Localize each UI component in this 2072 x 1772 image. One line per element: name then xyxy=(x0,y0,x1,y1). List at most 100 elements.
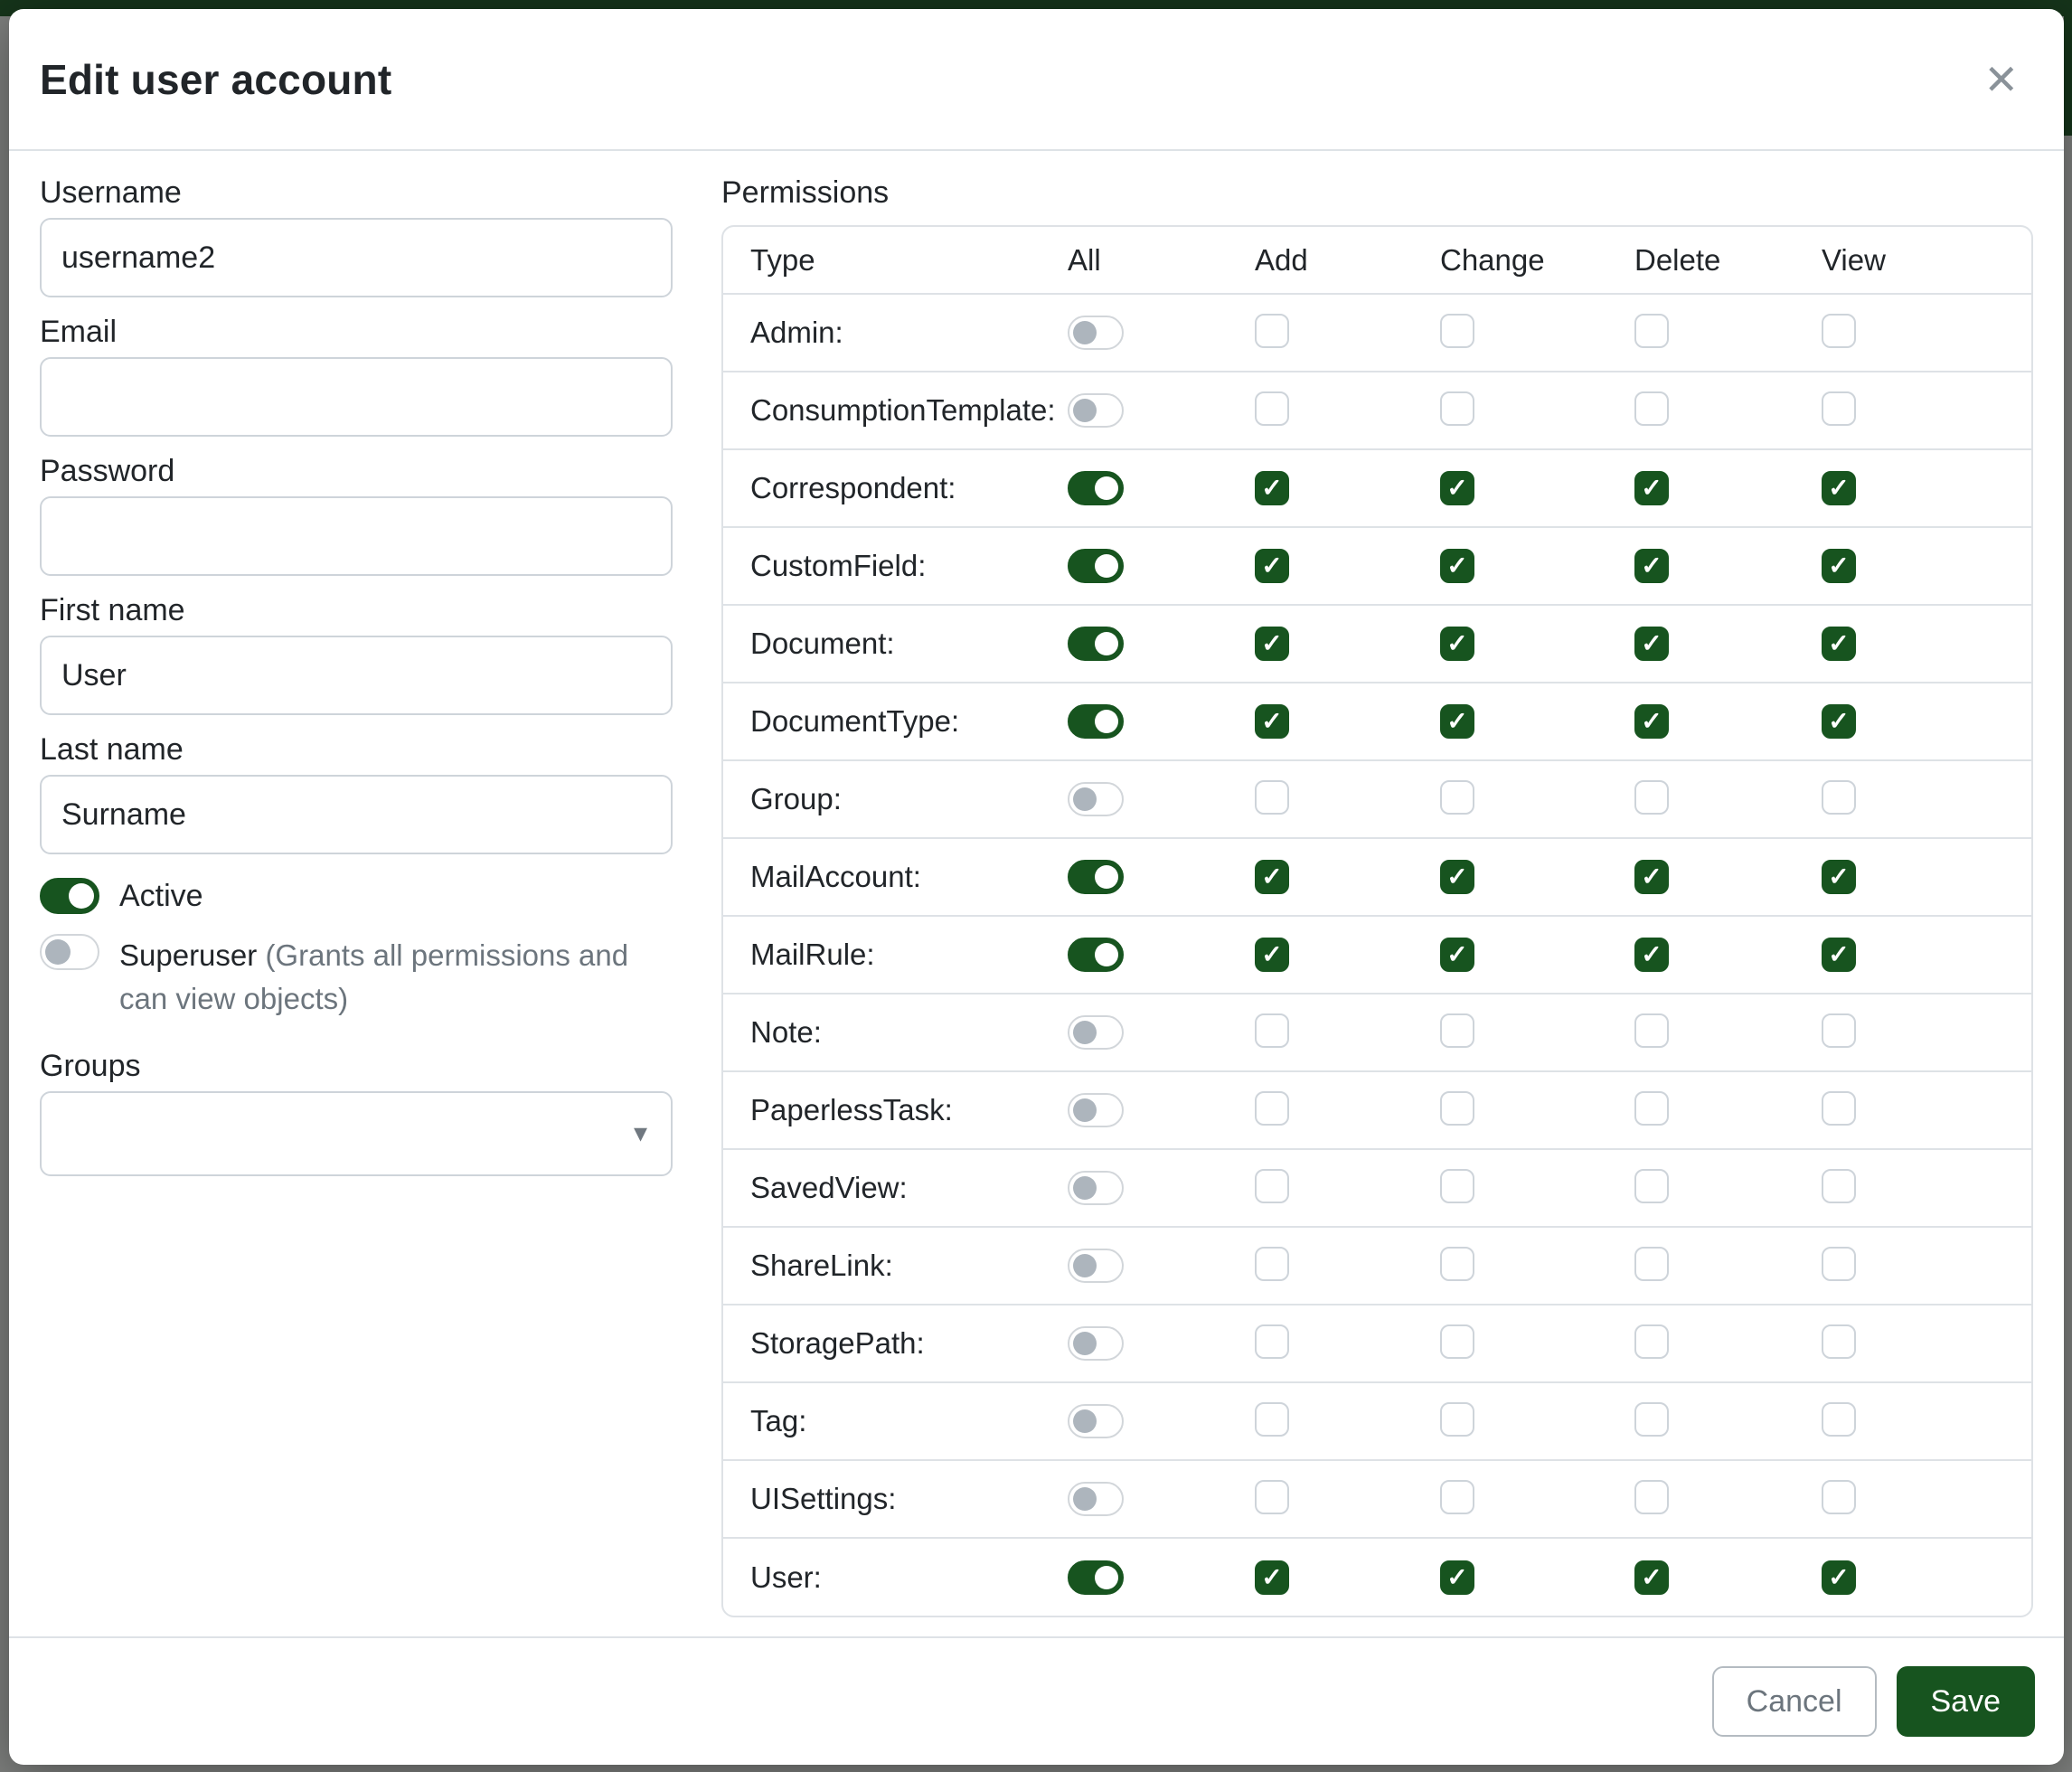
permission-change-checkbox[interactable] xyxy=(1440,314,1474,348)
permission-delete-checkbox[interactable]: ✓ xyxy=(1634,471,1669,505)
permission-view-checkbox[interactable] xyxy=(1822,1324,1856,1359)
permission-change-checkbox[interactable] xyxy=(1440,1247,1474,1281)
permission-add-checkbox[interactable] xyxy=(1255,391,1289,426)
permission-change-checkbox[interactable] xyxy=(1440,1480,1474,1514)
permission-view-checkbox[interactable] xyxy=(1822,1247,1856,1281)
permission-delete-checkbox[interactable] xyxy=(1634,1247,1669,1281)
permission-all-toggle[interactable] xyxy=(1068,1093,1124,1127)
permission-delete-checkbox[interactable] xyxy=(1634,1091,1669,1126)
permission-all-toggle[interactable] xyxy=(1068,1015,1124,1050)
permission-change-checkbox[interactable]: ✓ xyxy=(1440,471,1474,505)
last-name-field[interactable] xyxy=(40,775,673,854)
permission-all-toggle[interactable] xyxy=(1068,471,1124,505)
permission-type-label: Tag: xyxy=(723,1382,1068,1460)
permission-change-checkbox[interactable] xyxy=(1440,1091,1474,1126)
first-name-field[interactable] xyxy=(40,636,673,715)
permission-delete-checkbox[interactable]: ✓ xyxy=(1634,860,1669,894)
permission-add-checkbox[interactable]: ✓ xyxy=(1255,1560,1289,1595)
permission-add-checkbox[interactable] xyxy=(1255,1324,1289,1359)
permission-change-checkbox[interactable]: ✓ xyxy=(1440,938,1474,972)
superuser-toggle[interactable] xyxy=(40,934,99,970)
permission-add-checkbox[interactable]: ✓ xyxy=(1255,704,1289,739)
permission-add-checkbox[interactable] xyxy=(1255,1169,1289,1203)
permission-add-checkbox[interactable] xyxy=(1255,1013,1289,1048)
permission-view-checkbox[interactable]: ✓ xyxy=(1822,860,1856,894)
permission-change-checkbox[interactable] xyxy=(1440,391,1474,426)
permission-delete-checkbox[interactable]: ✓ xyxy=(1634,1560,1669,1595)
permission-view-checkbox[interactable] xyxy=(1822,1091,1856,1126)
permission-all-toggle[interactable] xyxy=(1068,1171,1124,1205)
permission-all-toggle[interactable] xyxy=(1068,704,1124,739)
permission-add-checkbox[interactable]: ✓ xyxy=(1255,549,1289,583)
permission-change-checkbox[interactable]: ✓ xyxy=(1440,860,1474,894)
permission-delete-checkbox[interactable] xyxy=(1634,1013,1669,1048)
permission-all-toggle[interactable] xyxy=(1068,1560,1124,1595)
permission-delete-checkbox[interactable] xyxy=(1634,780,1669,815)
groups-select[interactable]: ▾ xyxy=(40,1091,673,1176)
username-input[interactable] xyxy=(40,218,673,297)
permission-change-checkbox[interactable] xyxy=(1440,1013,1474,1048)
permission-add-checkbox[interactable]: ✓ xyxy=(1255,627,1289,661)
permission-view-checkbox[interactable] xyxy=(1822,314,1856,348)
permission-add-checkbox[interactable] xyxy=(1255,1247,1289,1281)
permission-add-checkbox[interactable] xyxy=(1255,314,1289,348)
permission-all-toggle[interactable] xyxy=(1068,1482,1124,1516)
permission-all-toggle[interactable] xyxy=(1068,393,1124,428)
permission-view-checkbox[interactable] xyxy=(1822,1013,1856,1048)
permission-view-checkbox[interactable]: ✓ xyxy=(1822,549,1856,583)
permission-delete-checkbox[interactable] xyxy=(1634,1324,1669,1359)
permission-change-checkbox[interactable]: ✓ xyxy=(1440,704,1474,739)
permission-view-checkbox[interactable]: ✓ xyxy=(1822,704,1856,739)
permission-change-checkbox[interactable]: ✓ xyxy=(1440,1560,1474,1595)
permission-all-toggle[interactable] xyxy=(1068,782,1124,816)
permission-view-checkbox[interactable] xyxy=(1822,1169,1856,1203)
permission-all-toggle[interactable] xyxy=(1068,1326,1124,1361)
permission-add-checkbox[interactable] xyxy=(1255,1402,1289,1437)
permission-all-toggle[interactable] xyxy=(1068,627,1124,661)
check-icon: ✓ xyxy=(1828,631,1849,656)
cancel-button[interactable]: Cancel xyxy=(1712,1666,1877,1737)
permission-delete-checkbox[interactable]: ✓ xyxy=(1634,627,1669,661)
permission-view-checkbox[interactable]: ✓ xyxy=(1822,938,1856,972)
permission-all-toggle[interactable] xyxy=(1068,860,1124,894)
permission-add-checkbox[interactable] xyxy=(1255,780,1289,815)
permission-delete-checkbox[interactable]: ✓ xyxy=(1634,549,1669,583)
permission-add-checkbox[interactable]: ✓ xyxy=(1255,860,1289,894)
permission-delete-checkbox[interactable] xyxy=(1634,391,1669,426)
permission-add-checkbox[interactable] xyxy=(1255,1480,1289,1514)
save-button[interactable]: Save xyxy=(1897,1666,2036,1737)
permission-type-label: UISettings: xyxy=(723,1460,1068,1538)
email-field[interactable] xyxy=(40,357,673,437)
permission-change-checkbox[interactable]: ✓ xyxy=(1440,627,1474,661)
permission-delete-checkbox[interactable] xyxy=(1634,1169,1669,1203)
permission-add-checkbox[interactable] xyxy=(1255,1091,1289,1126)
permission-change-checkbox[interactable] xyxy=(1440,780,1474,815)
permission-delete-checkbox[interactable] xyxy=(1634,1402,1669,1437)
permission-delete-checkbox[interactable] xyxy=(1634,314,1669,348)
permission-view-checkbox[interactable]: ✓ xyxy=(1822,1560,1856,1595)
permission-view-checkbox[interactable] xyxy=(1822,391,1856,426)
permission-all-toggle[interactable] xyxy=(1068,1404,1124,1438)
permission-all-toggle[interactable] xyxy=(1068,549,1124,583)
permission-view-checkbox[interactable] xyxy=(1822,780,1856,815)
permission-view-checkbox[interactable]: ✓ xyxy=(1822,627,1856,661)
password-field[interactable] xyxy=(40,496,673,576)
permission-view-checkbox[interactable] xyxy=(1822,1480,1856,1514)
permission-view-checkbox[interactable] xyxy=(1822,1402,1856,1437)
permission-all-toggle[interactable] xyxy=(1068,938,1124,972)
active-toggle[interactable] xyxy=(40,878,99,914)
permission-all-toggle[interactable] xyxy=(1068,316,1124,350)
permission-delete-checkbox[interactable] xyxy=(1634,1480,1669,1514)
close-button[interactable]: ✕ xyxy=(1971,50,2031,109)
permission-add-checkbox[interactable]: ✓ xyxy=(1255,938,1289,972)
permission-add-checkbox[interactable]: ✓ xyxy=(1255,471,1289,505)
permission-view-checkbox[interactable]: ✓ xyxy=(1822,471,1856,505)
permission-change-checkbox[interactable] xyxy=(1440,1324,1474,1359)
permission-type-label: MailAccount: xyxy=(723,838,1068,916)
permission-delete-checkbox[interactable]: ✓ xyxy=(1634,704,1669,739)
permission-change-checkbox[interactable] xyxy=(1440,1402,1474,1437)
permission-all-toggle[interactable] xyxy=(1068,1249,1124,1283)
permission-change-checkbox[interactable] xyxy=(1440,1169,1474,1203)
permission-delete-checkbox[interactable]: ✓ xyxy=(1634,938,1669,972)
permission-change-checkbox[interactable]: ✓ xyxy=(1440,549,1474,583)
